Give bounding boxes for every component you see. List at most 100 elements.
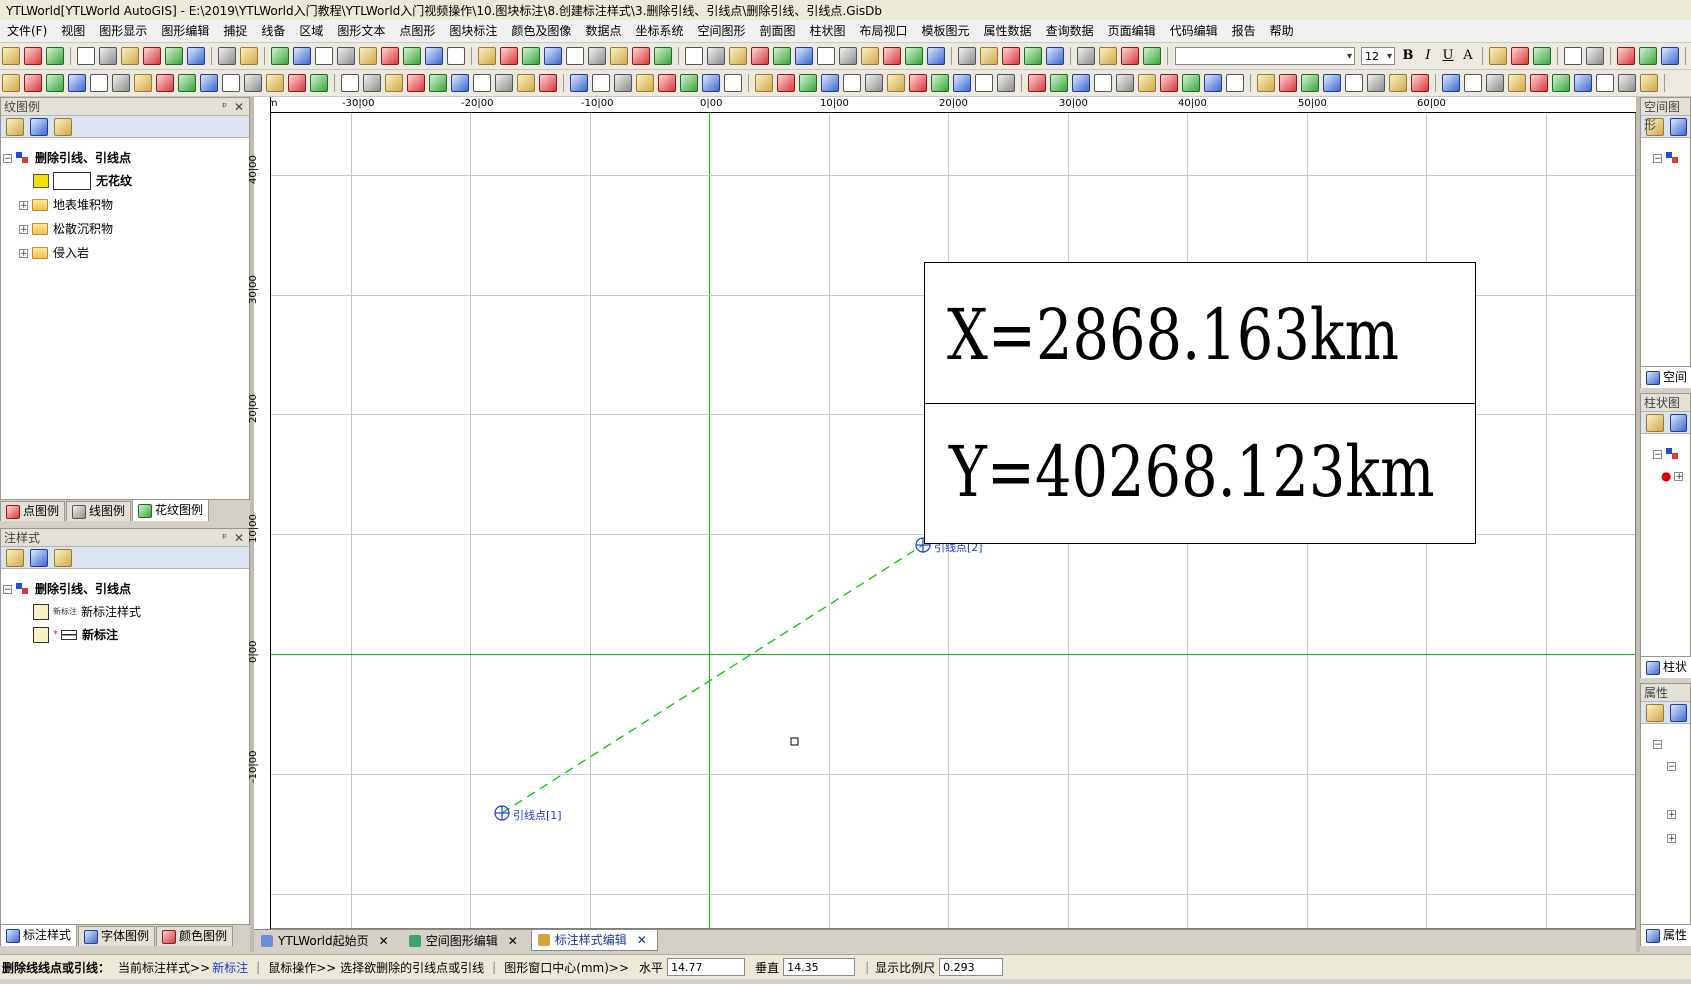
save-icon[interactable]: [953, 74, 971, 92]
menu-item-8[interactable]: 点图形: [392, 20, 442, 42]
menu-item-2[interactable]: 图形显示: [92, 20, 154, 42]
help-icon[interactable]: [707, 47, 725, 65]
tree-root[interactable]: − 删除引线、引线点: [3, 148, 131, 168]
save-icon[interactable]: [1411, 74, 1429, 92]
tree-root[interactable]: −: [1653, 148, 1685, 168]
collapse-icon[interactable]: −: [1667, 761, 1676, 771]
new-file-icon[interactable]: [2, 74, 20, 92]
new-file-icon[interactable]: [1489, 47, 1507, 65]
menu-item-0[interactable]: 文件(F): [0, 20, 54, 42]
grid-icon[interactable]: [1323, 74, 1341, 92]
line-tool-icon[interactable]: [1160, 74, 1178, 92]
point-tool-icon[interactable]: [1226, 74, 1244, 92]
save-icon[interactable]: [980, 47, 998, 65]
tree-item-no-pattern[interactable]: 无花纹: [33, 171, 132, 191]
curve-tool-icon[interactable]: [1182, 74, 1200, 92]
expand-icon[interactable]: +: [1674, 471, 1684, 481]
undo-icon[interactable]: [1639, 47, 1657, 65]
measure-icon[interactable]: [1345, 74, 1363, 92]
font-size-combo[interactable]: 12: [1361, 47, 1395, 66]
undo-icon[interactable]: [1508, 74, 1526, 92]
tree-folder-2[interactable]: + 侵入岩: [19, 243, 89, 263]
menu-item-3[interactable]: 图形编辑: [154, 20, 216, 42]
menu-item-6[interactable]: 区域: [292, 20, 330, 42]
collapse-icon[interactable]: −: [3, 584, 12, 594]
text-tool-icon[interactable]: [821, 74, 839, 92]
tree-folder-0[interactable]: + 地表堆积物: [19, 195, 113, 215]
tree-item[interactable]: ● +: [1661, 466, 1687, 486]
copy-icon[interactable]: [1024, 47, 1042, 65]
zoom-icon[interactable]: [187, 47, 205, 65]
close-tab-icon[interactable]: ✕: [637, 930, 647, 950]
measure-icon[interactable]: [429, 74, 447, 92]
line-tool-icon[interactable]: [729, 47, 747, 65]
grid-icon[interactable]: [883, 47, 901, 65]
copy-icon[interactable]: [99, 47, 117, 65]
print-icon[interactable]: [200, 74, 218, 92]
curve-tool-icon[interactable]: [266, 74, 284, 92]
undo-icon[interactable]: [143, 47, 161, 65]
layer-icon[interactable]: [861, 47, 879, 65]
redo-icon[interactable]: [165, 47, 183, 65]
region-tool-icon[interactable]: [799, 74, 817, 92]
open-icon[interactable]: [1389, 74, 1407, 92]
paste-icon[interactable]: [121, 47, 139, 65]
polygon-tool-icon[interactable]: [1204, 74, 1222, 92]
curve-tool-icon[interactable]: [1640, 74, 1658, 92]
undo-icon[interactable]: [610, 47, 628, 65]
menu-item-19[interactable]: 查询数据: [1039, 20, 1101, 42]
save-icon[interactable]: [1533, 47, 1551, 65]
paste-icon[interactable]: [1617, 47, 1635, 65]
leader-point-1-marker[interactable]: [494, 805, 510, 821]
copy-icon[interactable]: [90, 74, 108, 92]
expand-icon[interactable]: +: [19, 248, 28, 258]
open-icon[interactable]: [24, 47, 42, 65]
measure-icon[interactable]: [905, 47, 923, 65]
cut-icon[interactable]: [544, 47, 562, 65]
save-icon[interactable]: [46, 47, 64, 65]
menu-item-13[interactable]: 空间图形: [690, 20, 752, 42]
collapse-icon[interactable]: −: [1653, 449, 1662, 459]
font-name-combo[interactable]: [1175, 47, 1355, 66]
polygon-tool-icon[interactable]: [773, 47, 791, 65]
folder-open-icon[interactable]: [54, 548, 72, 567]
layer-icon[interactable]: [385, 74, 403, 92]
properties-icon[interactable]: [1669, 117, 1687, 136]
text-tool-icon[interactable]: [381, 47, 399, 65]
undo-icon[interactable]: [1050, 74, 1068, 92]
copy-icon[interactable]: [997, 74, 1015, 92]
folder-open-icon[interactable]: [54, 117, 72, 136]
map-canvas[interactable]: 引线点[1] 引线点[2] X=2868.163km Y=40268.123km: [254, 97, 1636, 929]
print-icon[interactable]: [1143, 47, 1161, 65]
pin-icon[interactable]: ᵖ: [222, 98, 227, 116]
polygon-tool-icon[interactable]: [288, 74, 306, 92]
close-tab-icon[interactable]: ✕: [379, 931, 389, 951]
polygon-tool-icon[interactable]: [315, 47, 333, 65]
open-icon[interactable]: [24, 74, 42, 92]
expand-icon[interactable]: +: [1667, 809, 1676, 819]
menu-item-10[interactable]: 颜色及图像: [504, 20, 578, 42]
doc-tab-2[interactable]: 标注样式编辑 ✕: [530, 930, 658, 951]
new-file-icon[interactable]: [2, 47, 20, 65]
grid-icon[interactable]: [407, 74, 425, 92]
expand-icon[interactable]: +: [19, 224, 28, 234]
cut-icon[interactable]: [77, 47, 95, 65]
help-icon[interactable]: [240, 47, 258, 65]
help-icon[interactable]: [1138, 74, 1156, 92]
close-tab-icon[interactable]: ✕: [508, 931, 518, 951]
redo-icon[interactable]: [1661, 47, 1679, 65]
collapse-icon[interactable]: −: [3, 153, 12, 163]
open-icon[interactable]: [931, 74, 949, 92]
open-icon[interactable]: [958, 47, 976, 65]
tree-item-annotation[interactable]: * 新标注: [33, 625, 118, 645]
polygon-tool-icon[interactable]: [755, 74, 773, 92]
paste-icon[interactable]: [1486, 74, 1504, 92]
help-icon[interactable]: [680, 74, 698, 92]
help-icon[interactable]: [1596, 74, 1614, 92]
menu-item-18[interactable]: 属性数据: [977, 20, 1039, 42]
grid-icon[interactable]: [865, 74, 883, 92]
redo-icon[interactable]: [1530, 74, 1548, 92]
redo-icon[interactable]: [1099, 47, 1117, 65]
menu-item-11[interactable]: 数据点: [578, 20, 628, 42]
refresh-icon[interactable]: [1646, 703, 1664, 722]
